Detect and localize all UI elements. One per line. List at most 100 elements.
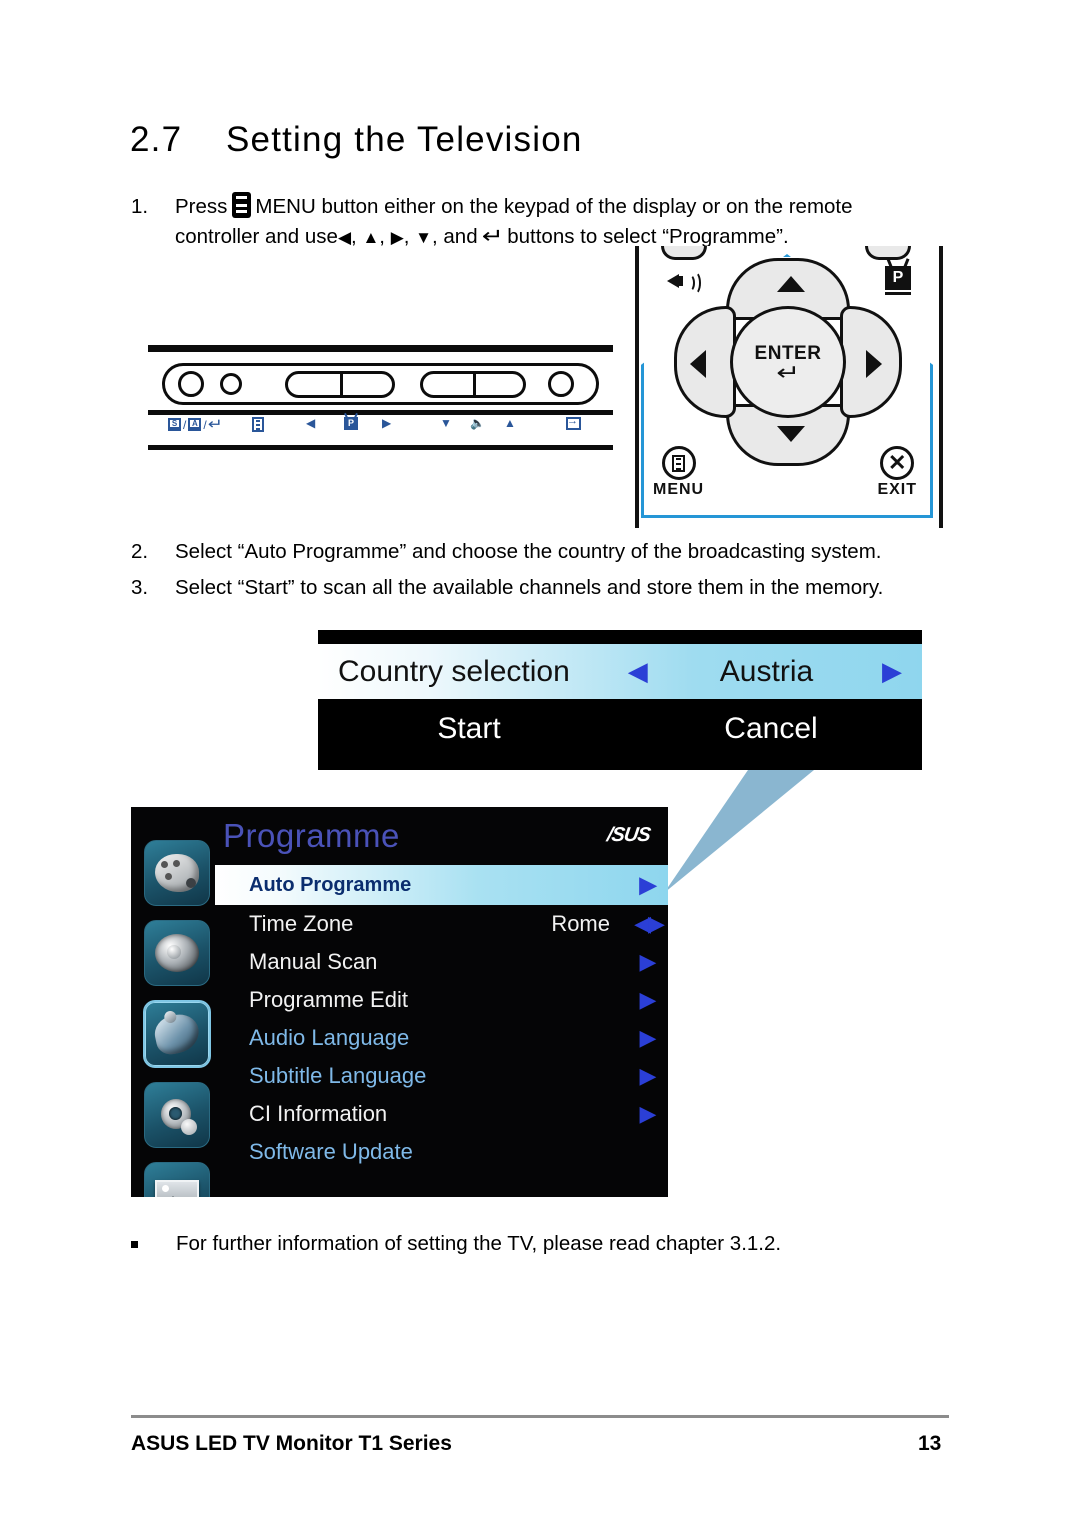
- keypad-mid-bar: [148, 410, 613, 415]
- note-text: For further information of setting the T…: [176, 1232, 782, 1255]
- page-number: 13: [918, 1432, 942, 1455]
- step-2: 2. Select “Auto Programme” and choose th…: [131, 537, 941, 567]
- enter-button[interactable]: ENTER ↵: [730, 306, 846, 418]
- footer-divider: [131, 1415, 949, 1418]
- country-dialog-actions: Start Cancel: [318, 699, 922, 759]
- document-page: 2.7 Setting the Television 1. Press MENU b…: [0, 0, 1080, 1527]
- input-select-icon: [566, 416, 581, 430]
- chevron-right-icon: ▶: [639, 987, 657, 1012]
- step-1-line2-b: , and: [432, 225, 478, 248]
- country-selection-dialog: Country selection ◀ Austria ▶ Start Canc…: [318, 630, 922, 770]
- osd-row-ci-information[interactable]: CI Information ▶: [219, 1095, 668, 1133]
- chevron-right-icon: ▶: [639, 1101, 657, 1126]
- step-1-body: Press MENU button either on the keypad of…: [175, 192, 921, 253]
- menu-icon: [232, 192, 252, 218]
- step-1-line2-c: buttons to select “Programme”.: [507, 225, 789, 248]
- left-arrow-icon: ◀: [306, 416, 316, 430]
- country-selection-row[interactable]: Country selection ◀ Austria ▶: [318, 644, 922, 699]
- osd-row-auto-programme[interactable]: Auto Programme ▶: [215, 865, 668, 905]
- up-arrow-icon: [777, 276, 805, 292]
- remote-menu-label: MENU: [653, 481, 705, 498]
- country-selection-label: Country selection: [338, 654, 570, 688]
- step-3-text: Select “Start” to scan all the available…: [175, 576, 884, 599]
- osd-title: Programme: [223, 817, 400, 854]
- menu-icon: [252, 417, 264, 432]
- keypad-icon-row: S / A / ↵ ◀ P ▶ ▼ 🔈 ▲: [148, 416, 613, 443]
- remote-menu-button[interactable]: MENU: [653, 446, 704, 499]
- left-right-arrows-icon[interactable]: ◀▶: [628, 911, 668, 937]
- picture-palette-icon[interactable]: [144, 840, 210, 906]
- enter-arrow-icon: ↵: [481, 225, 504, 248]
- down-arrow-icon: ▼: [415, 228, 432, 247]
- step-1-text-before-icon: Press: [175, 195, 228, 218]
- osd-row-list: Auto Programme ▶ Time Zone Rome ◀▶ Manua…: [215, 865, 668, 1171]
- step-1-text-after-icon: MENU button either on the keypad of the …: [255, 195, 853, 218]
- enter-arrow-icon: ↵: [776, 360, 800, 385]
- step-1: 1. Press MENU button either on the keypad…: [131, 192, 921, 253]
- display-keypad-illustration: S / A / ↵ ◀ P ▶ ▼ 🔈 ▲: [148, 345, 613, 450]
- note-line: For further information of setting the T…: [131, 1232, 781, 1256]
- osd-row-manual-scan[interactable]: Manual Scan ▶: [219, 943, 668, 981]
- keypad-bottom-bar: [148, 445, 613, 450]
- osd-row-label: Auto Programme: [249, 873, 412, 896]
- image-frame-icon[interactable]: [144, 1162, 210, 1197]
- left-arrow-icon[interactable]: ◀: [628, 656, 648, 687]
- osd-row-software-update[interactable]: Software Update: [219, 1133, 668, 1171]
- remote-right-edge: [939, 246, 943, 528]
- step-1-line2-a: controller and use: [175, 225, 338, 248]
- osd-row-label: Subtitle Language: [249, 1063, 427, 1088]
- up-arrow-icon: ▲: [362, 228, 380, 247]
- osd-row-label: Manual Scan: [249, 949, 378, 974]
- keypad-top-bar: [148, 345, 613, 352]
- osd-programme-menu: Programme /SUS Auto Programme ▶ Time Zon…: [131, 807, 668, 1197]
- right-arrow-icon[interactable]: ▶: [882, 656, 902, 687]
- osd-row-label: Software Update: [249, 1139, 413, 1164]
- osd-row-value: Rome: [551, 911, 610, 936]
- chevron-right-icon: ▶: [639, 872, 657, 897]
- osd-row-label: Time Zone: [249, 911, 354, 936]
- start-button[interactable]: Start: [318, 712, 620, 746]
- remote-control-illustration: P ENTER ↵ MENU ✕ EXIT: [613, 246, 951, 528]
- source-auto-enter-icon: S / A / ↵: [168, 417, 223, 432]
- keypad-button-1: [178, 371, 204, 397]
- osd-row-label: CI Information: [249, 1101, 388, 1126]
- page-title: 2.7 Setting the Television: [130, 120, 583, 160]
- settings-gears-icon[interactable]: [144, 1082, 210, 1148]
- menu-icon: [661, 446, 696, 480]
- keypad-button-3: [548, 371, 574, 397]
- chevron-right-icon: ▶: [639, 1025, 657, 1050]
- step-3-index: 3.: [131, 576, 149, 599]
- left-arrow-icon: ◀: [337, 228, 352, 247]
- section-number: 2.7: [130, 120, 183, 159]
- bullet-icon: [131, 1232, 176, 1256]
- close-icon: ✕: [880, 446, 915, 480]
- keypad-rocker-2: [420, 371, 526, 398]
- keypad-button-2: [220, 373, 242, 395]
- asus-logo: /SUS: [605, 824, 652, 846]
- programme-dish-icon[interactable]: [143, 1000, 211, 1068]
- osd-row-time-zone[interactable]: Time Zone Rome ◀▶: [219, 905, 668, 943]
- osd-row-subtitle-language[interactable]: Subtitle Language ▶: [219, 1057, 668, 1095]
- step-2-text: Select “Auto Programme” and choose the c…: [175, 540, 882, 563]
- step-2-index: 2.: [131, 540, 149, 563]
- osd-icon-column: [135, 840, 219, 1197]
- chevron-right-icon: ▶: [639, 1063, 657, 1088]
- left-arrow-icon: [690, 350, 706, 378]
- step-1-index: 1.: [131, 195, 149, 218]
- programme-icon: P: [344, 417, 358, 430]
- remote-left-edge: [635, 246, 639, 528]
- step-3: 3. Select “Start” to scan all the availa…: [131, 573, 961, 603]
- footer-title: ASUS LED TV Monitor T1 Series: [131, 1432, 452, 1455]
- callout-pointer: [664, 770, 814, 893]
- osd-row-audio-language[interactable]: Audio Language ▶: [219, 1019, 668, 1057]
- cancel-button[interactable]: Cancel: [620, 712, 922, 746]
- remote-exit-button[interactable]: ✕ EXIT: [877, 446, 917, 499]
- country-selection-value: Austria: [719, 654, 814, 688]
- section-title: Setting the Television: [226, 120, 583, 159]
- keypad-rocker-1: [285, 371, 395, 398]
- osd-row-label: Programme Edit: [249, 987, 408, 1012]
- osd-row-label: Audio Language: [249, 1025, 410, 1050]
- sound-speaker-icon[interactable]: [144, 920, 210, 986]
- dpad: ENTER ↵: [668, 254, 908, 472]
- osd-row-programme-edit[interactable]: Programme Edit ▶: [219, 981, 668, 1019]
